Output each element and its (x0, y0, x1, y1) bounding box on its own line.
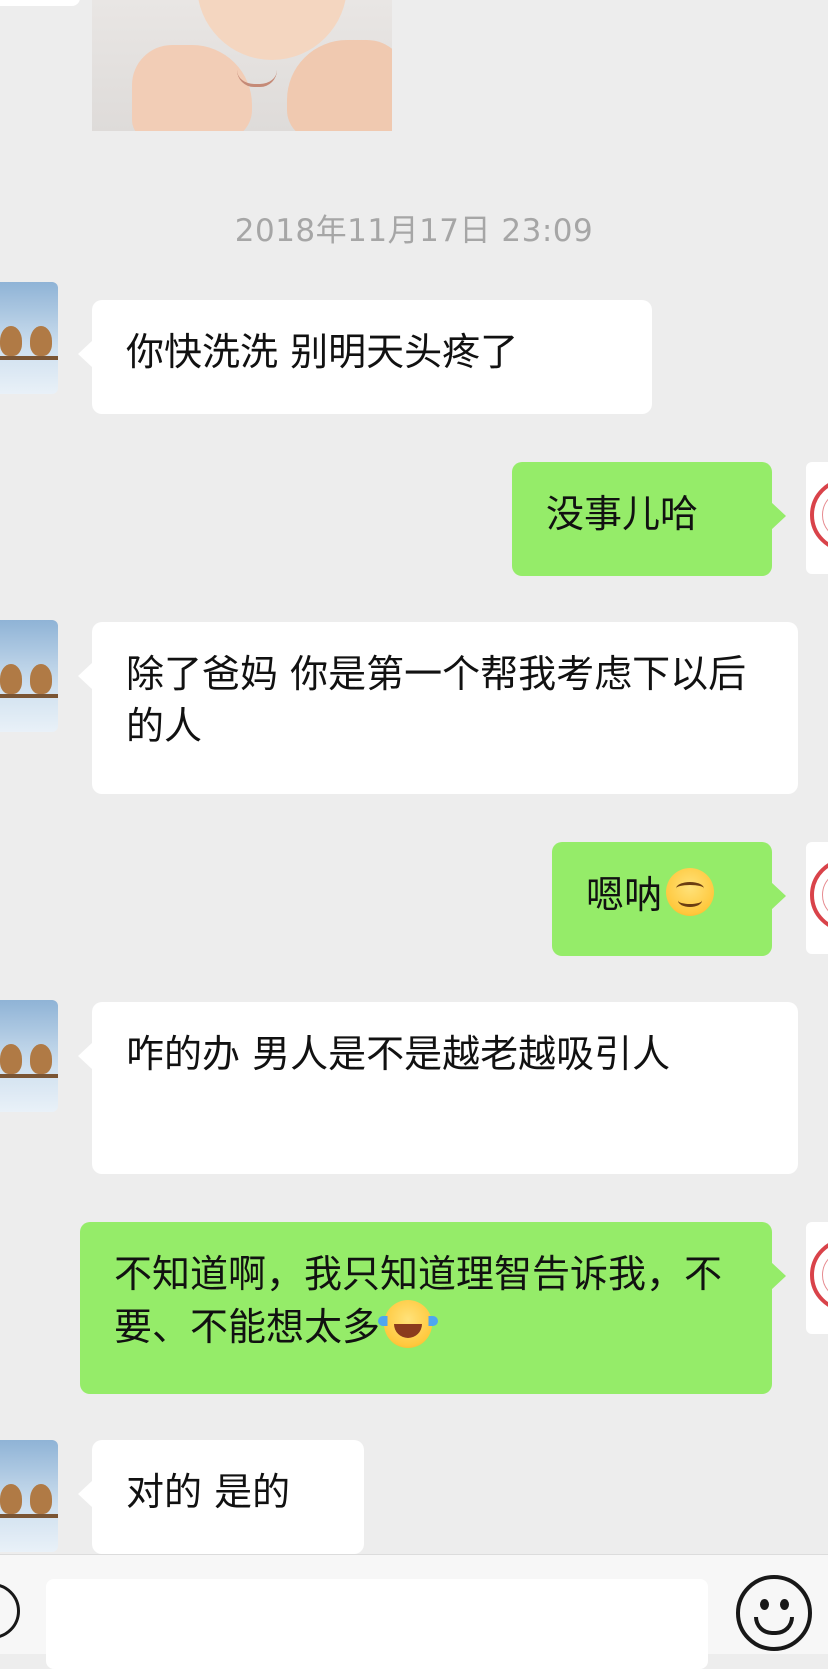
message-bubble-outgoing[interactable]: 没事儿哈 (512, 462, 786, 576)
smiling-face-icon (666, 868, 715, 916)
message-text: 嗯呐 (586, 873, 663, 917)
message-text: 除了爸妈 你是第一个帮我考虑下以后的人 (126, 652, 747, 748)
message-bubble-outgoing[interactable]: 嗯呐 (552, 842, 786, 956)
tears-of-joy-icon (378, 1300, 439, 1348)
message-bubble-incoming[interactable]: 除了爸妈 你是第一个帮我考虑下以后的人 (78, 622, 798, 794)
message-bubble-incoming[interactable]: 对的 是的 (78, 1440, 364, 1554)
message-text: 咋的办 男人是不是越老越吸引人 (126, 1032, 671, 1076)
contact-avatar[interactable] (0, 620, 58, 732)
contact-avatar[interactable] (0, 1000, 58, 1112)
message-bubble-outgoing[interactable]: 不知道啊，我只知道理智告诉我，不要、不能想太多 (80, 1222, 786, 1394)
message-text: 你快洗洗 别明天头疼了 (126, 330, 519, 374)
message-bubble-incoming[interactable]: 咋的办 男人是不是越老越吸引人 (78, 1002, 798, 1174)
emoji-icon[interactable] (736, 1575, 812, 1651)
contact-avatar[interactable] (0, 282, 58, 394)
my-avatar[interactable] (806, 462, 828, 574)
my-avatar[interactable] (806, 842, 828, 954)
message-text: 对的 是的 (126, 1470, 291, 1514)
input-bar (0, 1554, 828, 1669)
message-text: 没事儿哈 (546, 492, 699, 536)
contact-avatar[interactable] (0, 1440, 58, 1552)
message-bubble-incoming[interactable]: 你快洗洗 别明天头疼了 (78, 300, 652, 414)
image-message[interactable] (92, 0, 392, 131)
chat-area[interactable]: 2018年11月17日 23:09 你快洗洗 别明天头疼了 没事儿哈 除了爸妈 … (0, 0, 828, 1554)
message-input[interactable] (46, 1579, 708, 1669)
voice-icon[interactable] (0, 1583, 20, 1639)
my-avatar[interactable] (806, 1222, 828, 1334)
message-timestamp: 2018年11月17日 23:09 (234, 213, 594, 249)
partial-message-bubble[interactable] (0, 0, 80, 6)
